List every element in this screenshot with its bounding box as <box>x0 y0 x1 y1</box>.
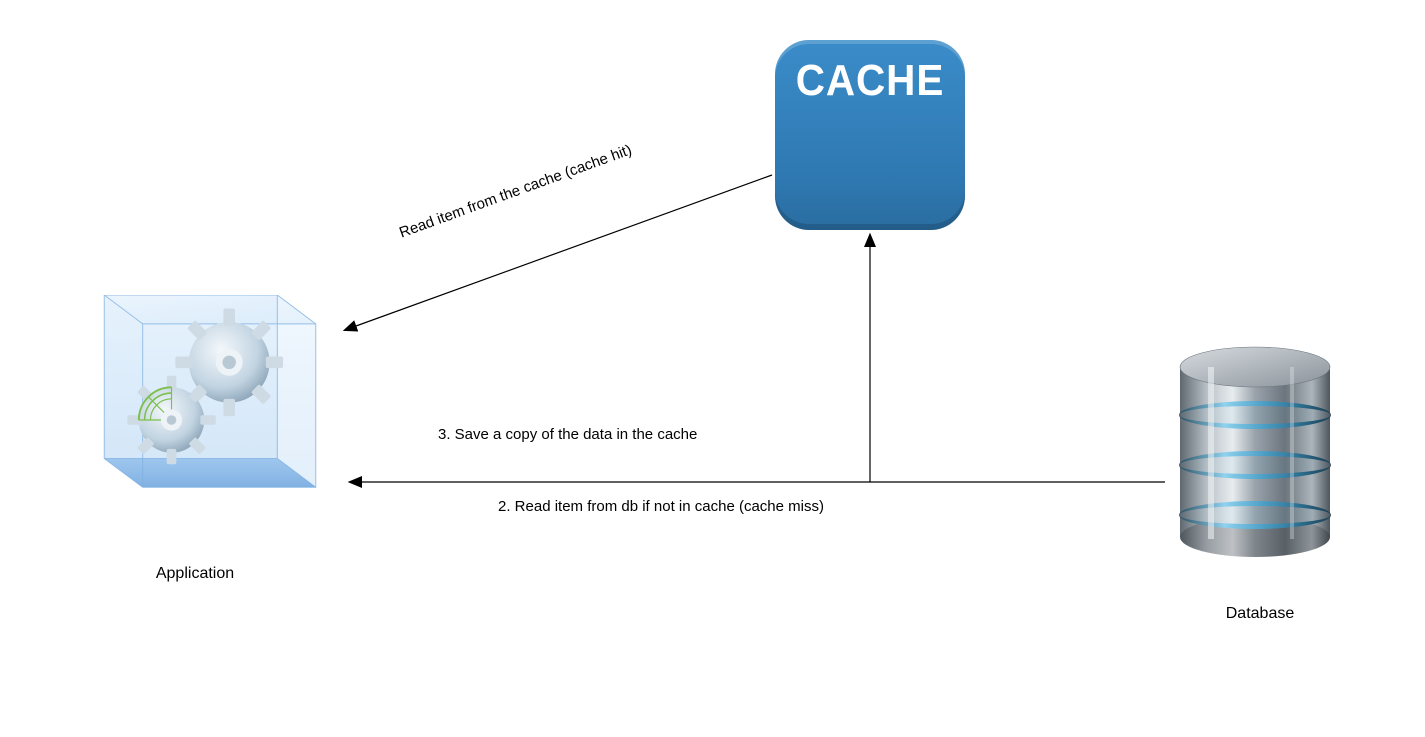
database-label: Database <box>1210 605 1310 623</box>
cache-node: CACHE <box>775 40 965 230</box>
edge-label-cache-miss: 2. Read item from db if not in cache (ca… <box>498 498 824 515</box>
database-node <box>1170 345 1340 560</box>
diagram-canvas: Read item from the cache (cache hit) 3. … <box>0 0 1425 737</box>
edge-cache-to-app <box>345 175 772 330</box>
cache-title: CACHE <box>783 56 958 106</box>
database-icon <box>1170 345 1340 560</box>
edge-label-save-copy: 3. Save a copy of the data in the cache <box>438 426 697 443</box>
application-node <box>85 295 335 505</box>
application-icon <box>85 295 335 507</box>
application-label: Application <box>135 565 255 583</box>
